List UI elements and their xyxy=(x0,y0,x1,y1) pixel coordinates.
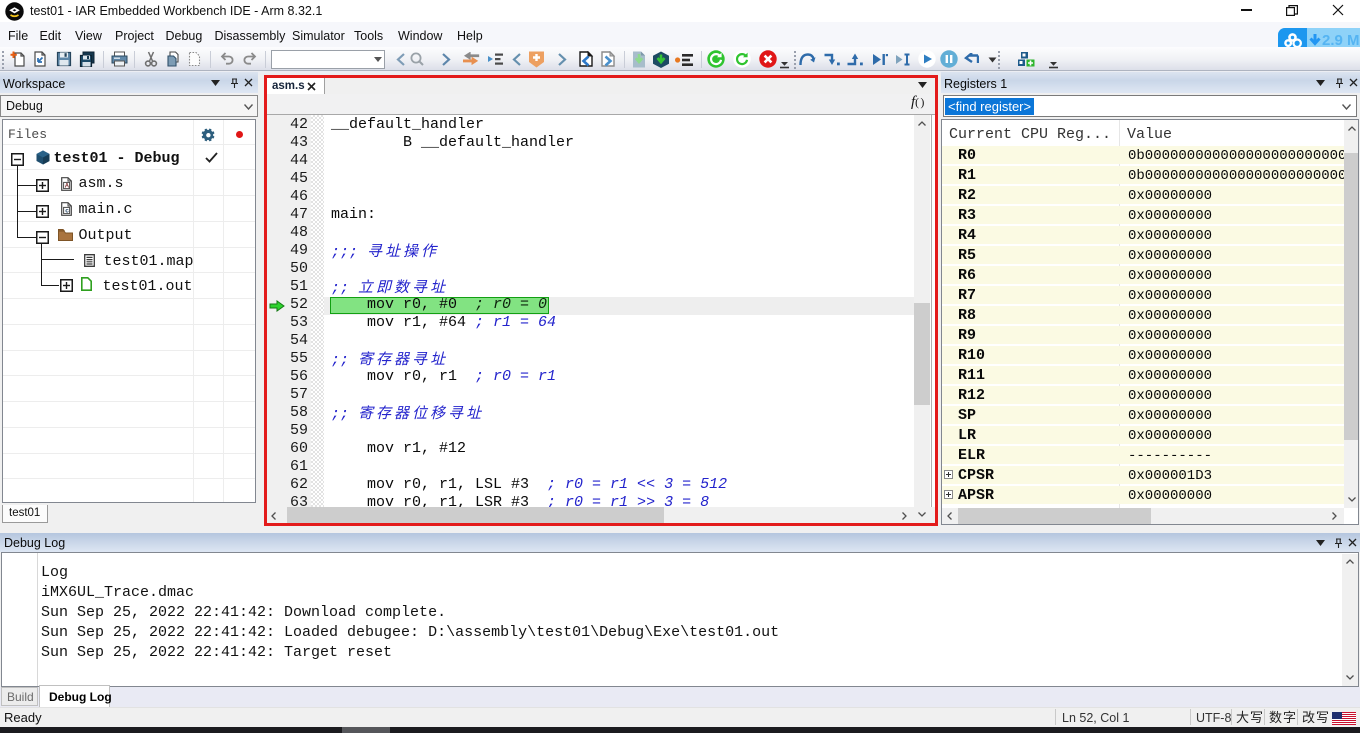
svg-text:A: A xyxy=(65,183,70,189)
svg-text:c: c xyxy=(65,208,69,215)
